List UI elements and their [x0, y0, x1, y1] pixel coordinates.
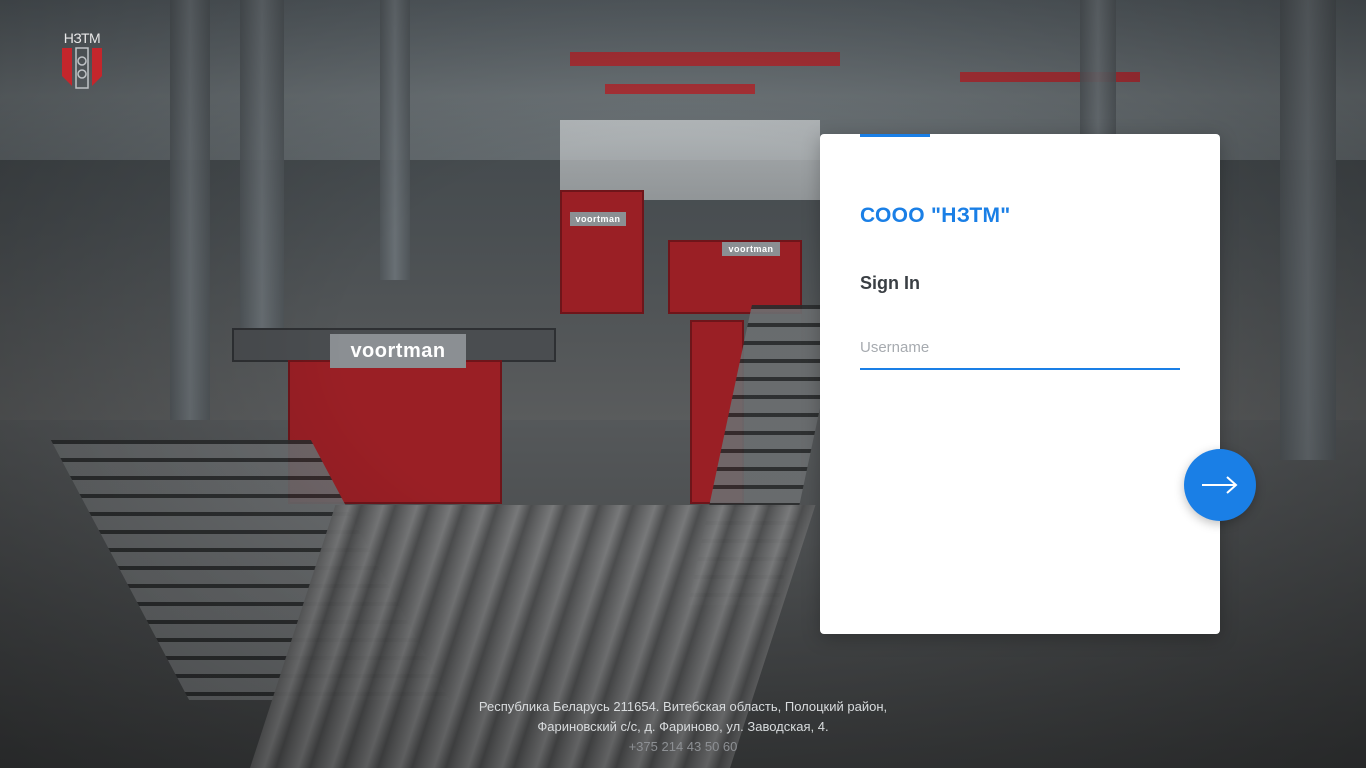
footer-address-line-1: Республика Беларусь 211654. Витебская об…: [478, 699, 888, 714]
footer-phone[interactable]: +375 214 43 50 60: [383, 737, 983, 757]
arrow-right-icon: [1202, 476, 1238, 494]
username-input[interactable]: [860, 326, 1180, 368]
card-accent-bar: [860, 134, 930, 137]
sign-in-heading: Sign In: [860, 273, 920, 293]
company-logo[interactable]: НЗТМ: [58, 30, 106, 94]
footer-address-line-2: Фариновский с/с, д. Фариново, ул. Заводс…: [537, 719, 829, 734]
footer-contact: Республика Беларусь 211654. Витебская об…: [383, 697, 983, 757]
company-logo-icon: [62, 47, 102, 89]
sign-in-submit-button[interactable]: [1184, 449, 1256, 521]
username-field[interactable]: [860, 326, 1180, 370]
login-card: СООО "НЗТМ" Sign In: [820, 134, 1220, 634]
company-name: СООО "НЗТМ": [860, 204, 1011, 227]
